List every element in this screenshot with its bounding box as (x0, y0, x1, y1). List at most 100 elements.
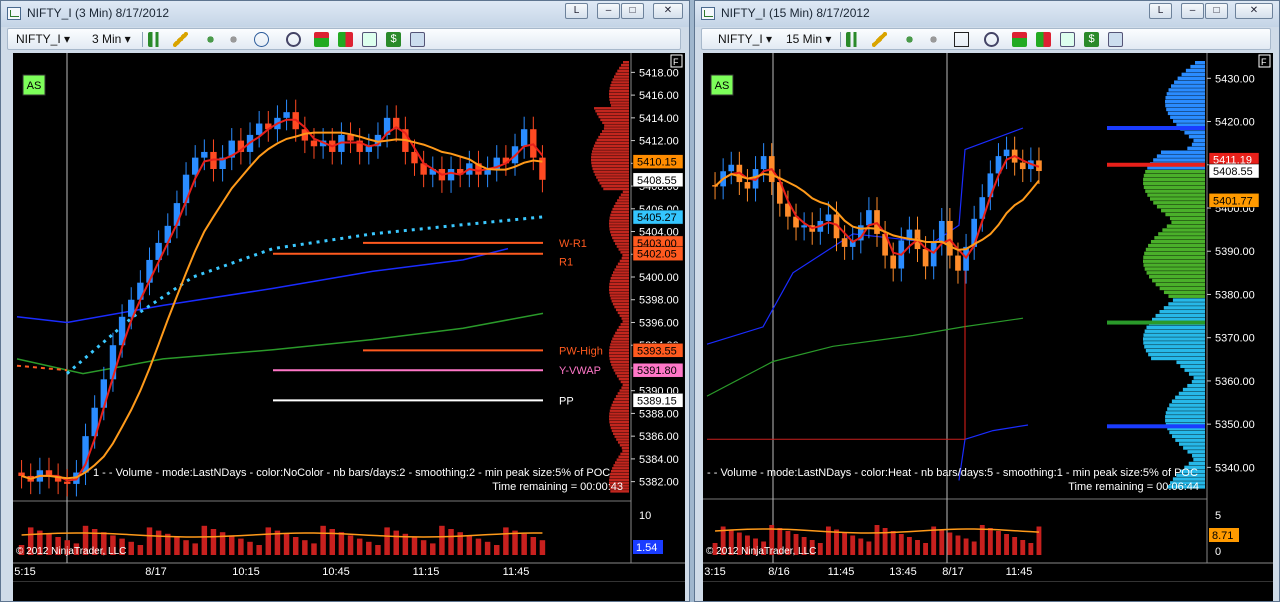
strategies-icon[interactable] (1036, 32, 1051, 47)
volume-profile-bar (616, 458, 629, 461)
volume-profile-bar (1193, 457, 1205, 462)
title-bar: NIFTY_I (15 Min) 8/17/2012 L – □ ✕ (695, 1, 1279, 27)
crosshair-icon[interactable] (954, 32, 969, 47)
data-box-icon[interactable] (410, 32, 425, 47)
chart-scrollbar[interactable] (703, 581, 1273, 601)
volume-profile-bar (613, 432, 629, 435)
level-label: PW-High (559, 345, 603, 357)
volume-profile-bar (1155, 282, 1205, 287)
volume-profile-bar (622, 383, 629, 387)
close-button[interactable]: ✕ (1235, 3, 1273, 19)
chart-panel[interactable]: 5430.005420.005410.005400.005390.005380.… (703, 53, 1273, 583)
volume-bar (302, 540, 308, 555)
zoom-icon[interactable] (984, 32, 999, 47)
volume-bar (898, 534, 904, 555)
volume-profile-bar (1163, 306, 1205, 310)
volume-bar (1028, 543, 1034, 555)
crosshair-icon[interactable] (254, 32, 269, 47)
price-tag-label: 5389.15 (637, 395, 677, 407)
candle-body (1019, 162, 1026, 170)
chart-properties-icon[interactable] (1060, 32, 1075, 47)
volume-profile-bar (1187, 146, 1205, 151)
volume-profile-bar (1162, 228, 1205, 232)
link-button[interactable]: L (1149, 3, 1172, 19)
level-label: W-R1 (559, 238, 587, 250)
volume-profile-bar (620, 251, 629, 254)
volume-tag-label: 1.54 (636, 542, 657, 554)
close-button[interactable]: ✕ (653, 3, 683, 19)
zoom-icon[interactable] (286, 32, 301, 47)
maximize-button[interactable]: □ (1205, 3, 1228, 19)
volume-profile-bar (610, 104, 629, 107)
volume-profile-bar (1165, 212, 1205, 217)
volume-profile-bar (622, 320, 629, 323)
chart-scrollbar[interactable] (13, 581, 685, 601)
volume-profile-bar (1178, 391, 1205, 396)
volume-bar (174, 537, 180, 555)
y-tick-label: 5414.00 (639, 113, 679, 125)
interval-selector[interactable]: 3 Min ▾ (92, 32, 131, 46)
crosshair-tool-icon[interactable] (203, 32, 218, 47)
chart-properties-icon[interactable] (362, 32, 377, 47)
volume-profile-bar (611, 340, 629, 343)
volume-profile-bar (609, 291, 629, 294)
level-label: PP (559, 395, 574, 407)
chart-svg[interactable]: 5418.005416.005414.005412.005410.005408.… (13, 53, 685, 583)
volume-bar (1020, 540, 1026, 555)
link-button[interactable]: L (565, 3, 588, 19)
volume-tag-label: 8.71 (1212, 530, 1233, 542)
volume-bar (393, 530, 399, 555)
crosshair-tool-icon[interactable] (902, 32, 917, 47)
volume-bar (128, 541, 134, 555)
volume-bar (1004, 534, 1009, 555)
volume-bar (192, 543, 198, 555)
volume-profile-bar (1159, 310, 1205, 314)
volume-profile-bar (1145, 169, 1205, 174)
volume-profile-bar (615, 331, 629, 335)
volume-profile-bar (1191, 380, 1205, 384)
interval-selector[interactable]: 15 Min ▾ (786, 32, 831, 46)
volume-profile-bar (612, 78, 629, 81)
dollar-icon[interactable]: $ (386, 32, 401, 47)
y-tick-label: 5380.00 (1215, 289, 1255, 301)
x-tick-label: 11:45 (828, 566, 855, 578)
pointer-tool-icon[interactable] (226, 32, 241, 47)
minimize-button[interactable]: – (597, 3, 620, 19)
price-tag-label: 5410.15 (637, 157, 677, 169)
volume-profile-bar (600, 133, 629, 136)
candle-body (866, 210, 872, 226)
volume-profile-bar (1166, 107, 1205, 112)
volume-bar (817, 543, 823, 555)
bar-style-icon[interactable] (846, 32, 861, 47)
volume-bar (183, 540, 189, 555)
pencil-icon[interactable] (872, 32, 887, 47)
data-box-icon[interactable] (1108, 32, 1123, 47)
maximize-button[interactable]: □ (621, 3, 644, 19)
candle-body (801, 225, 807, 228)
dollar-icon[interactable]: $ (1084, 32, 1099, 47)
pointer-tool-icon[interactable] (926, 32, 941, 47)
indicators-icon[interactable] (1012, 32, 1027, 47)
poc-line (1107, 126, 1205, 131)
chart-svg[interactable]: 5430.005420.005410.005400.005390.005380.… (703, 53, 1273, 583)
blue-vwap-line (16, 247, 509, 324)
volume-profile-bar (1172, 298, 1205, 302)
bar-style-icon[interactable] (148, 32, 163, 47)
strategies-icon[interactable] (338, 32, 353, 47)
indicators-icon[interactable] (314, 32, 329, 47)
instrument-selector[interactable]: NIFTY_I ▾ (718, 32, 772, 46)
volume-bar (906, 537, 912, 555)
volume-profile-bar (1148, 243, 1205, 248)
instrument-selector[interactable]: NIFTY_I ▾ (16, 32, 70, 46)
volume-profile-bar (597, 179, 629, 182)
volume-profile-bar (614, 435, 629, 438)
chart-panel[interactable]: 5418.005416.005414.005412.005410.005408.… (13, 53, 685, 583)
volume-profile-bar (1165, 103, 1205, 108)
minimize-button[interactable]: – (1181, 3, 1204, 19)
volume-bar (256, 545, 262, 555)
pencil-icon[interactable] (173, 32, 188, 47)
volume-profile-bar (1183, 446, 1205, 450)
volume-profile-bar (609, 279, 629, 283)
time-remaining-text: Time remaining = 00:06:44 (1068, 481, 1199, 493)
volume-profile-bar (1158, 232, 1205, 236)
